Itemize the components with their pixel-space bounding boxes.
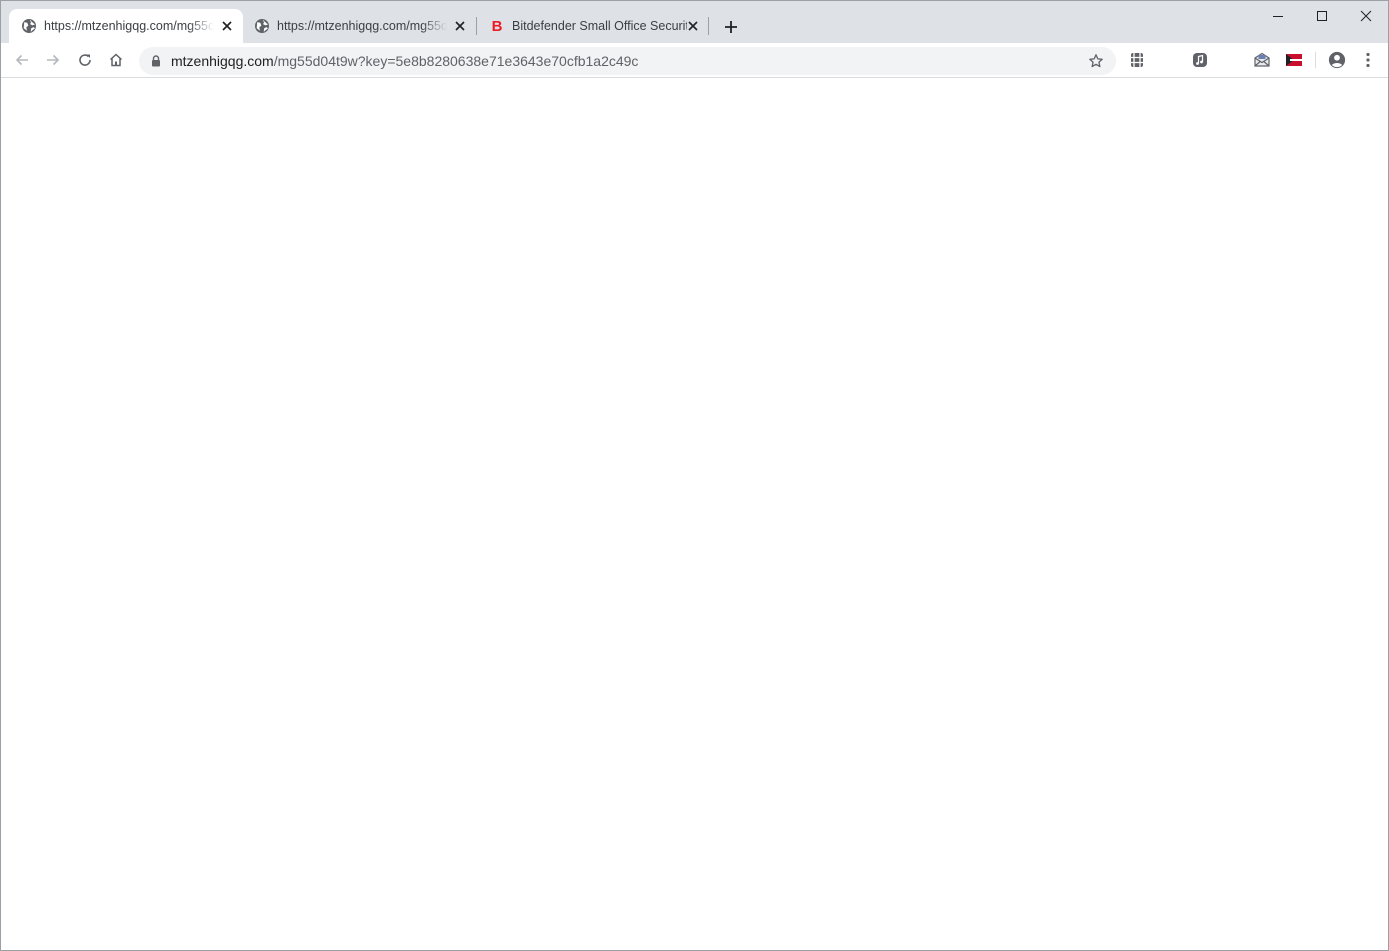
- toolbar-separator: [1315, 52, 1316, 68]
- browser-toolbar: mtzenhigqg.com/mg55d04t9w?key=5e8b828063…: [1, 43, 1388, 78]
- tab-title: https://mtzenhigqg.com/mg55d04t9w?key=5e…: [44, 19, 214, 33]
- forward-button[interactable]: [41, 48, 65, 72]
- tab-title: https://mtzenhigqg.com/mg55d04t9w?key=5e…: [277, 19, 447, 33]
- tab-3[interactable]: B Bitdefender Small Office Security: [477, 9, 707, 43]
- tab-strip: https://mtzenhigqg.com/mg55d04t9w?key=5e…: [1, 1, 1388, 43]
- minimize-icon: [1273, 16, 1283, 17]
- url-text[interactable]: mtzenhigqg.com/mg55d04t9w?key=5e8b828063…: [171, 53, 638, 69]
- back-button[interactable]: [10, 48, 34, 72]
- close-tab-icon[interactable]: [219, 18, 235, 34]
- url-host: mtzenhigqg.com: [171, 53, 274, 69]
- tab-active[interactable]: https://mtzenhigqg.com/mg55d04t9w?key=5e…: [9, 9, 243, 43]
- home-button[interactable]: [104, 48, 128, 72]
- forward-icon: [47, 54, 60, 66]
- browser-window: https://mtzenhigqg.com/mg55d04t9w?key=5e…: [0, 0, 1389, 951]
- globe-icon: [254, 18, 270, 34]
- address-bar[interactable]: mtzenhigqg.com/mg55d04t9w?key=5e8b828063…: [139, 47, 1116, 75]
- menu-icon[interactable]: [1359, 51, 1377, 69]
- plus-icon: [725, 21, 737, 33]
- url-path: /mg55d04t9w?key=5e8b8280638e71e3643e70cf…: [273, 53, 639, 69]
- reload-button[interactable]: [73, 48, 97, 72]
- tab-2[interactable]: https://mtzenhigqg.com/mg55d04t9w?key=5e…: [242, 9, 476, 43]
- extension-puzzle-icon[interactable]: [1128, 51, 1146, 69]
- maximize-icon: [1317, 11, 1327, 21]
- music-extension-icon[interactable]: [1191, 51, 1209, 69]
- mail-extension-icon[interactable]: [1253, 51, 1271, 69]
- new-tab-button[interactable]: [720, 16, 742, 38]
- close-icon: [1360, 10, 1372, 22]
- bookmark-star-icon[interactable]: [1087, 52, 1105, 70]
- reload-icon: [79, 54, 91, 66]
- flag-extension-icon[interactable]: [1285, 51, 1303, 69]
- tab-separator: [708, 17, 709, 35]
- close-window-button[interactable]: [1344, 1, 1388, 31]
- page-content[interactable]: [1, 78, 1388, 950]
- minimize-button[interactable]: [1256, 1, 1300, 31]
- back-icon: [15, 54, 28, 66]
- profile-icon[interactable]: [1328, 51, 1346, 69]
- lock-icon[interactable]: [149, 54, 163, 68]
- close-tab-icon[interactable]: [452, 18, 468, 34]
- close-tab-icon[interactable]: [685, 18, 701, 34]
- bitdefender-icon: B: [491, 17, 503, 35]
- maximize-button[interactable]: [1300, 1, 1344, 31]
- globe-icon: [21, 18, 37, 34]
- tab-title: Bitdefender Small Office Security: [512, 19, 687, 33]
- home-icon: [109, 53, 123, 67]
